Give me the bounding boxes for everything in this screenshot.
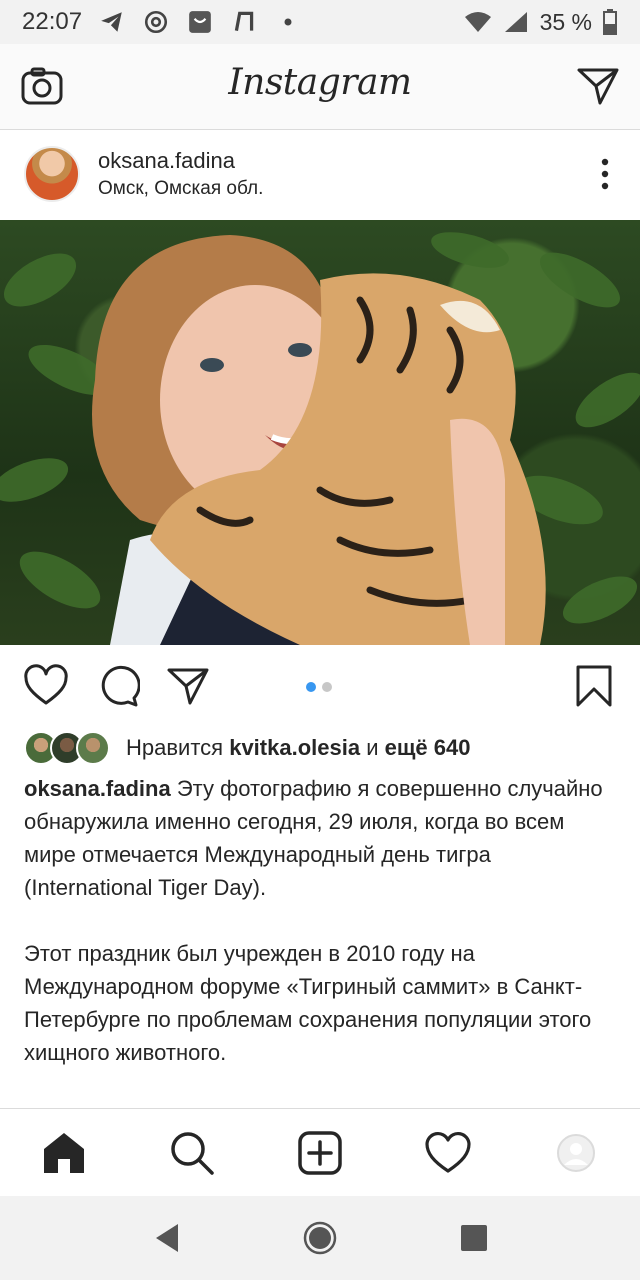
app-header: Instagram <box>0 44 640 130</box>
recent-apps-icon[interactable] <box>456 1220 492 1256</box>
share-icon[interactable] <box>166 664 210 708</box>
dot-icon <box>274 8 302 36</box>
caption-username[interactable]: oksana.fadina <box>24 776 171 801</box>
status-right: 35 % <box>464 8 618 36</box>
caption-paragraph-2: Этот праздник был учрежден в 2010 году н… <box>24 941 592 1065</box>
direct-message-icon[interactable] <box>576 64 620 108</box>
post-actions <box>0 650 640 722</box>
status-left: 22:07 <box>22 8 302 36</box>
app-icon <box>230 8 258 36</box>
back-icon[interactable] <box>150 1220 186 1256</box>
likes-row[interactable]: Нравится kvitka.olesia и ещё 640 <box>24 730 470 766</box>
mail-icon <box>186 8 214 36</box>
carousel-dot-active <box>306 682 316 692</box>
search-icon[interactable] <box>168 1129 216 1177</box>
post-username[interactable]: oksana.fadina <box>98 148 235 174</box>
liker-avatar <box>76 731 110 765</box>
home-button-icon[interactable] <box>302 1220 338 1256</box>
new-post-icon[interactable] <box>296 1129 344 1177</box>
likes-connector: и <box>360 735 385 760</box>
wifi-icon <box>464 8 492 36</box>
carousel-indicator <box>306 682 332 692</box>
likes-text: Нравится kvitka.olesia и ещё 640 <box>126 735 470 761</box>
caption-paragraph-1: oksana.fadina Эту фотографию я совершенн… <box>24 772 614 904</box>
like-icon[interactable] <box>24 664 68 708</box>
at-icon <box>142 8 170 36</box>
post-photo[interactable] <box>0 220 640 645</box>
signal-icon <box>502 8 530 36</box>
likes-count[interactable]: ещё 640 <box>385 735 471 760</box>
liker-avatars <box>24 731 114 765</box>
system-navigation-bar <box>0 1196 640 1280</box>
battery-percentage: 35 % <box>539 8 592 35</box>
liker-username[interactable]: kvitka.olesia <box>229 735 360 760</box>
status-time: 22:07 <box>22 8 83 35</box>
more-options-icon[interactable] <box>600 158 610 190</box>
post-caption: oksana.fadina Эту фотографию я совершенн… <box>24 772 614 1069</box>
author-avatar[interactable] <box>24 146 80 202</box>
post-location[interactable]: Омск, Омская обл. <box>98 178 263 200</box>
bottom-navigation <box>0 1108 640 1196</box>
telegram-icon <box>98 8 126 36</box>
carousel-dot <box>322 682 332 692</box>
home-icon[interactable] <box>40 1129 88 1177</box>
activity-icon[interactable] <box>424 1129 472 1177</box>
post-header: oksana.fadina Омск, Омская обл. <box>0 130 640 220</box>
comment-icon[interactable] <box>96 664 141 708</box>
bookmark-icon[interactable] <box>572 664 616 708</box>
likes-prefix: Нравится <box>126 735 230 760</box>
instagram-logo: Instagram <box>228 62 412 103</box>
profile-icon[interactable] <box>552 1129 600 1177</box>
status-bar: 22:07 35 % <box>0 0 640 44</box>
battery-icon <box>602 8 618 36</box>
photo-illustration <box>0 232 640 645</box>
